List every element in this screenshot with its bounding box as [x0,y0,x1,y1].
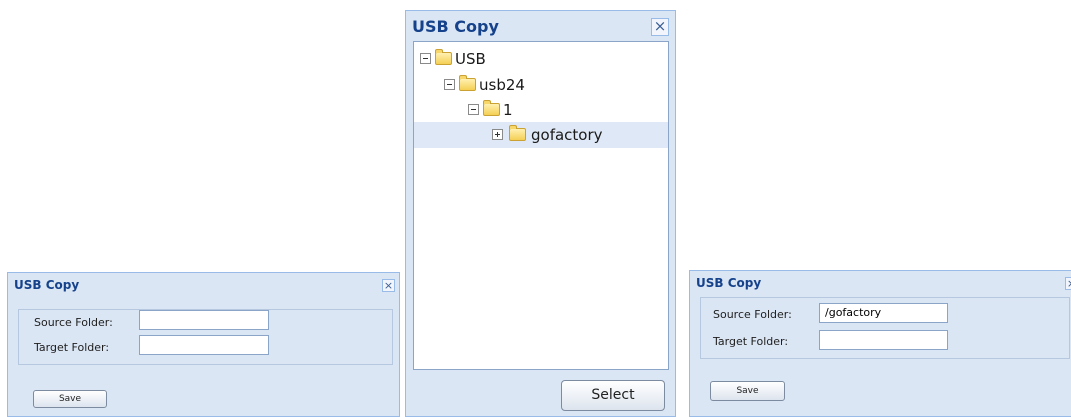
close-icon[interactable]: × [382,279,395,292]
tree-node-label: gofactory [531,126,603,144]
usb-copy-dialog-filled: USB Copy × Source Folder: /gofactory Tar… [689,270,1071,417]
usb-copy-folder-picker: USB Copy × USB usb24 1 gofactory Select [405,10,676,417]
folder-tree: USB usb24 1 gofactory [413,41,669,370]
target-folder-label: Target Folder: [713,335,789,348]
close-icon[interactable]: × [1065,277,1071,290]
source-folder-input[interactable]: /gofactory [819,303,948,323]
target-folder-input[interactable] [139,335,269,355]
tree-node-usb24[interactable]: usb24 [414,72,668,98]
tree-node-gofactory[interactable]: gofactory [414,122,668,148]
target-folder-label: Target Folder: [34,341,110,354]
tree-node-label: usb24 [479,76,525,94]
target-folder-input[interactable] [819,330,948,350]
usb-copy-dialog-empty: USB Copy × Source Folder: Target Folder:… [7,272,400,417]
open-folder-icon [483,100,500,116]
tree-node-label: 1 [503,101,513,119]
collapse-icon[interactable] [468,104,479,115]
source-folder-label: Source Folder: [713,308,792,321]
close-icon[interactable]: × [651,18,669,36]
select-button[interactable]: Select [561,380,665,411]
source-folder-input[interactable] [139,310,269,330]
tree-node-label: USB [455,50,486,68]
source-folder-label: Source Folder: [34,316,113,329]
collapse-icon[interactable] [420,53,431,64]
save-button[interactable]: Save [33,390,107,408]
tree-node-usb[interactable]: USB [414,46,668,72]
folder-icon [509,125,526,141]
collapse-icon[interactable] [444,79,455,90]
tree-node-1[interactable]: 1 [414,97,668,123]
save-button[interactable]: Save [710,381,785,401]
open-folder-icon [435,49,452,65]
dialog-title: USB Copy [14,278,80,292]
dialog-title: USB Copy [412,17,499,36]
dialog-title: USB Copy [696,276,762,290]
expand-icon[interactable] [492,129,503,140]
open-folder-icon [459,75,476,91]
